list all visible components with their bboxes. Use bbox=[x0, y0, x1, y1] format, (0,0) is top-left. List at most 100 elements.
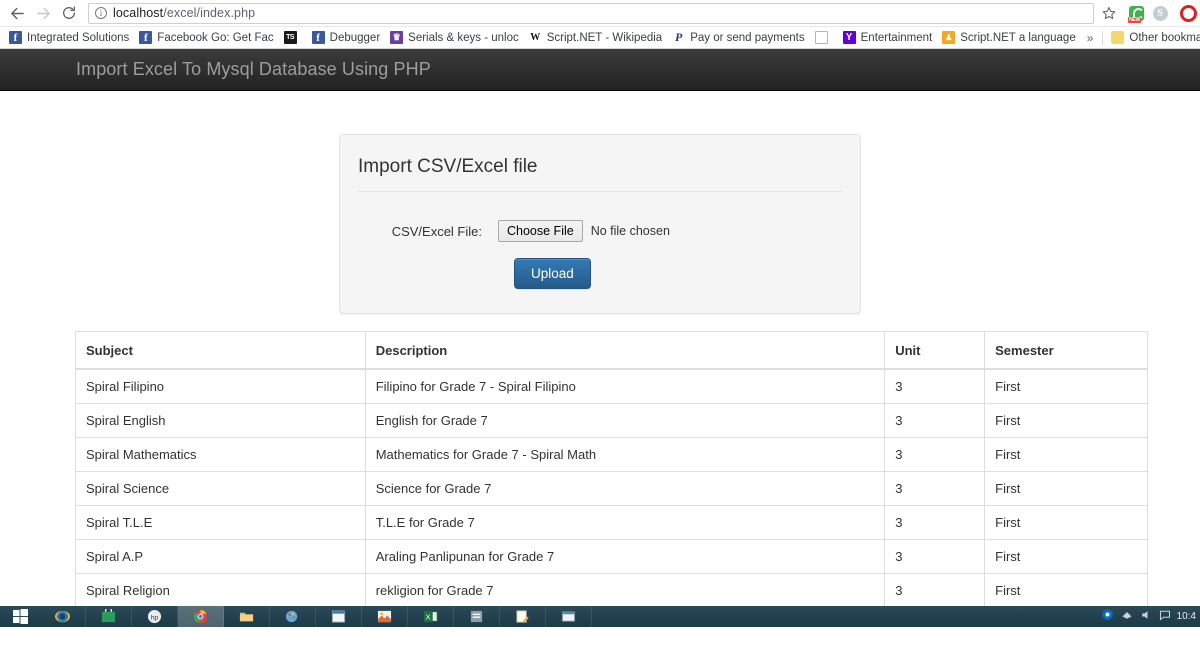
hp-support-icon[interactable]: hp bbox=[132, 606, 178, 627]
scriptnet-icon: ♟ bbox=[942, 31, 955, 44]
bookmark-star-icon[interactable] bbox=[1098, 2, 1120, 24]
network-tray-icon[interactable] bbox=[1121, 608, 1133, 626]
serials-icon: ♛ bbox=[390, 31, 403, 44]
table-header-row: Subject Description Unit Semester bbox=[76, 332, 1148, 369]
cell-unit: 3 bbox=[885, 369, 985, 404]
cell-description: Science for Grade 7 bbox=[365, 471, 885, 505]
onedrive-tray-icon[interactable] bbox=[1101, 608, 1114, 626]
forward-arrow-icon[interactable] bbox=[30, 1, 56, 25]
back-arrow-icon[interactable] bbox=[4, 1, 30, 25]
cell-subject: Spiral Science bbox=[76, 471, 366, 505]
cell-unit: 3 bbox=[885, 437, 985, 471]
volume-tray-icon[interactable] bbox=[1140, 608, 1152, 626]
no-file-chosen-text: No file chosen bbox=[591, 224, 670, 238]
facebook-icon: f bbox=[9, 31, 22, 44]
cell-unit: 3 bbox=[885, 403, 985, 437]
file-explorer-icon[interactable] bbox=[224, 606, 270, 627]
cell-semester: First bbox=[985, 573, 1148, 607]
other-bookmarks-label: Other bookmarks bbox=[1129, 32, 1200, 44]
browser-chrome: i localhost/excel/index.php NEW S fInteg… bbox=[0, 0, 1200, 49]
cell-semester: First bbox=[985, 471, 1148, 505]
cell-unit: 3 bbox=[885, 505, 985, 539]
choose-file-button[interactable]: Choose File bbox=[498, 220, 583, 242]
bookmark-item[interactable]: W Script.NET - Wikipedia bbox=[524, 28, 667, 48]
cell-description: T.L.E for Grade 7 bbox=[365, 505, 885, 539]
adblock-extension-icon[interactable]: NEW bbox=[1124, 1, 1148, 25]
url-path: /excel/index.php bbox=[163, 6, 255, 20]
bookmark-item[interactable]: ♟ Script.NET a language bbox=[937, 28, 1081, 48]
bookmark-label: Facebook Go: Get Fac bbox=[157, 32, 273, 44]
file-field-row: CSV/Excel File: Choose File No file chos… bbox=[358, 220, 842, 242]
paypal-icon: P bbox=[672, 31, 685, 44]
paint-icon[interactable] bbox=[270, 606, 316, 627]
bookmark-item[interactable]: P Pay or send payments bbox=[667, 28, 809, 48]
cell-unit: 3 bbox=[885, 471, 985, 505]
cell-subject: Spiral Filipino bbox=[76, 369, 366, 404]
chrome-icon[interactable] bbox=[178, 606, 224, 627]
page-info-icon[interactable]: i bbox=[95, 7, 107, 19]
bookmark-item[interactable]: fFacebook Go: Get Fac bbox=[134, 28, 278, 48]
cell-unit: 3 bbox=[885, 539, 985, 573]
bookmark-label: Entertainment bbox=[861, 32, 933, 44]
upload-button[interactable]: Upload bbox=[514, 258, 591, 289]
taskbar-clock[interactable]: 10:4 bbox=[1177, 611, 1200, 623]
bookmark-item[interactable]: Y Entertainment bbox=[838, 28, 938, 48]
skype-extension-icon[interactable]: S bbox=[1148, 1, 1172, 25]
bookmark-item[interactable]: fDebugger bbox=[307, 28, 386, 48]
import-panel-title: Import CSV/Excel file bbox=[358, 150, 842, 192]
table-row: Spiral Religion rekligion for Grade 7 3 … bbox=[76, 573, 1148, 607]
bookmark-item[interactable]: TS bbox=[279, 28, 307, 48]
file-input[interactable]: Choose File No file chosen bbox=[498, 220, 670, 242]
table-row: Spiral Filipino Filipino for Grade 7 - S… bbox=[76, 369, 1148, 404]
bookmark-label: Serials & keys - unloc bbox=[408, 32, 519, 44]
cell-semester: First bbox=[985, 403, 1148, 437]
wikipedia-icon: W bbox=[529, 31, 542, 44]
extension-icons: NEW S bbox=[1120, 1, 1196, 25]
bookmark-item[interactable]: fIntegrated Solutions bbox=[4, 28, 134, 48]
page-title: Import Excel To Mysql Database Using PHP bbox=[0, 59, 431, 80]
bookmark-label: Script.NET a language bbox=[960, 32, 1076, 44]
import-panel: Import CSV/Excel file CSV/Excel File: Ch… bbox=[339, 134, 861, 314]
store-icon[interactable] bbox=[86, 606, 132, 627]
page-viewport: Import Excel To Mysql Database Using PHP… bbox=[0, 49, 1200, 627]
file-field-label: CSV/Excel File: bbox=[358, 224, 498, 239]
system-tray bbox=[1101, 608, 1177, 626]
excel-icon[interactable]: X bbox=[408, 606, 454, 627]
notepad-window-icon[interactable] bbox=[316, 606, 362, 627]
photos-icon[interactable] bbox=[362, 606, 408, 627]
extension-new-badge: NEW bbox=[1128, 17, 1141, 23]
yahoo-icon: Y bbox=[843, 31, 856, 44]
column-header-semester: Semester bbox=[985, 332, 1148, 369]
cell-subject: Spiral Mathematics bbox=[76, 437, 366, 471]
folder-icon bbox=[1111, 31, 1124, 44]
internet-explorer-icon[interactable] bbox=[40, 606, 86, 627]
column-header-description: Description bbox=[365, 332, 885, 369]
table-row: Spiral A.P Araling Panlipunan for Grade … bbox=[76, 539, 1148, 573]
other-bookmarks-button[interactable]: Other bookmarks bbox=[1106, 28, 1200, 48]
bookmark-label: Script.NET - Wikipedia bbox=[547, 32, 662, 44]
windows-start-icon[interactable] bbox=[0, 606, 40, 627]
window-icon[interactable] bbox=[546, 606, 592, 627]
reload-icon[interactable] bbox=[56, 1, 82, 25]
cell-description: Mathematics for Grade 7 - Spiral Math bbox=[365, 437, 885, 471]
ts-icon: TS bbox=[284, 31, 297, 44]
cell-description: Filipino for Grade 7 - Spiral Filipino bbox=[365, 369, 885, 404]
unknown-app-icon[interactable] bbox=[454, 606, 500, 627]
notepad-icon[interactable] bbox=[500, 606, 546, 627]
bookmarks-overflow-icon[interactable]: » bbox=[1081, 31, 1100, 45]
opera-extension-icon[interactable] bbox=[1172, 1, 1196, 25]
svg-text:X: X bbox=[426, 612, 431, 621]
column-header-unit: Unit bbox=[885, 332, 985, 369]
cell-semester: First bbox=[985, 369, 1148, 404]
address-bar[interactable]: i localhost/excel/index.php bbox=[88, 3, 1094, 24]
cell-subject: Spiral A.P bbox=[76, 539, 366, 573]
site-navbar: Import Excel To Mysql Database Using PHP bbox=[0, 49, 1200, 91]
bookmark-item[interactable] bbox=[810, 28, 838, 48]
browser-toolbar: i localhost/excel/index.php NEW S bbox=[0, 0, 1200, 26]
bookmark-item[interactable]: ♛ Serials & keys - unloc bbox=[385, 28, 524, 48]
table-head: Subject Description Unit Semester bbox=[76, 332, 1148, 369]
bookmark-label: Pay or send payments bbox=[690, 32, 804, 44]
windows-taskbar: hp X 10:4 bbox=[0, 606, 1200, 627]
action-center-tray-icon[interactable] bbox=[1159, 608, 1171, 626]
cell-semester: First bbox=[985, 505, 1148, 539]
